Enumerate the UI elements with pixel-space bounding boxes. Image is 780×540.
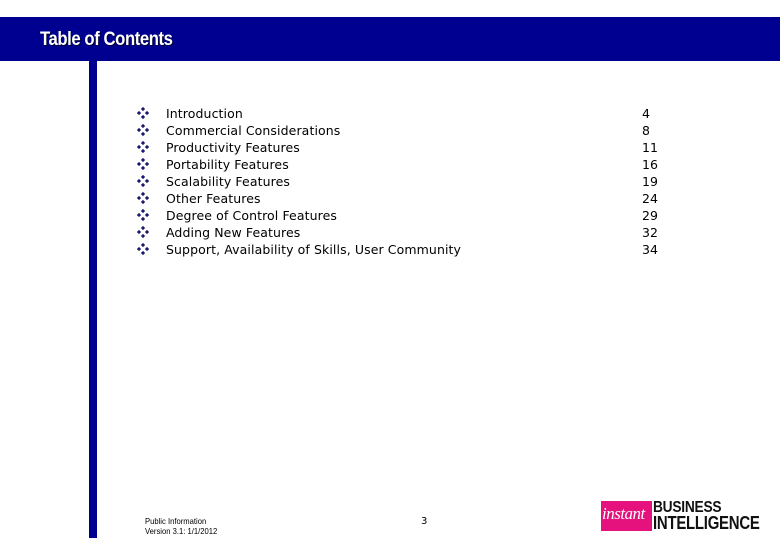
toc-item[interactable]: Productivity Features 11 (0, 140, 780, 157)
toc-item[interactable]: Portability Features 16 (0, 157, 780, 174)
toc-item[interactable]: Commercial Considerations 8 (0, 123, 780, 140)
diamond-bullet-icon (137, 107, 149, 119)
page-title: Table of Contents (40, 29, 173, 50)
toc-entry-label: Commercial Considerations (166, 123, 341, 138)
toc-entry-page: 29 (642, 208, 658, 223)
diamond-bullet-icon (137, 226, 149, 238)
company-logo: instant BUSINESS INTELLIGENCE (601, 500, 776, 533)
diamond-bullet-icon (137, 243, 149, 255)
toc-item[interactable]: Introduction 4 (0, 106, 780, 123)
diamond-bullet-icon (137, 158, 149, 170)
toc-item[interactable]: Adding New Features 32 (0, 225, 780, 242)
toc-entry-page: 24 (642, 191, 658, 206)
logo-instant-text: instant (602, 504, 645, 523)
toc-entry-label: Adding New Features (166, 225, 301, 240)
toc-entry-page: 34 (642, 242, 658, 257)
toc-item[interactable]: Scalability Features 19 (0, 174, 780, 191)
diamond-bullet-icon (137, 209, 149, 221)
toc-entry-label: Scalability Features (166, 174, 290, 189)
toc-entry-page: 16 (642, 157, 658, 172)
toc-entry-label: Introduction (166, 106, 243, 121)
toc-entry-label: Support, Availability of Skills, User Co… (166, 242, 462, 257)
logo-intelligence-text: INTELLIGENCE (653, 513, 760, 533)
toc-entry-label: Degree of Control Features (166, 208, 337, 223)
toc-entry-label: Other Features (166, 191, 261, 206)
toc-entry-page: 19 (642, 174, 658, 189)
toc-entry-label: Productivity Features (166, 140, 300, 155)
diamond-bullet-icon (137, 141, 149, 153)
toc-entry-page: 4 (642, 106, 650, 121)
toc-entry-page: 11 (642, 140, 658, 155)
logo-instant-box: instant (601, 501, 652, 531)
toc-entry-label: Portability Features (166, 157, 289, 172)
toc-item[interactable]: Degree of Control Features 29 (0, 208, 780, 225)
toc-entry-page: 32 (642, 225, 658, 240)
toc-item[interactable]: Support, Availability of Skills, User Co… (0, 242, 780, 259)
footer-info: Public Information Version 3.1: 1/1/2012 (145, 516, 217, 536)
diamond-bullet-icon (137, 192, 149, 204)
page-number: 3 (421, 516, 428, 527)
diamond-bullet-icon (137, 175, 149, 187)
toc-entry-page: 8 (642, 123, 650, 138)
footer-version: Version 3.1: 1/1/2012 (145, 526, 218, 536)
diamond-bullet-icon (137, 124, 149, 136)
toc-item[interactable]: Other Features 24 (0, 191, 780, 208)
footer-classification: Public Information (145, 516, 207, 526)
